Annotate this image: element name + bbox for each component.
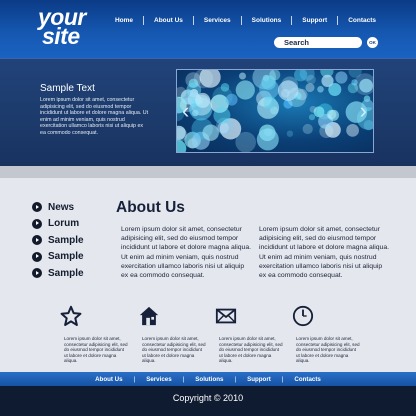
search-ok-button[interactable]: OK — [367, 37, 378, 48]
star-icon — [60, 305, 82, 326]
search-placeholder: Search — [284, 38, 310, 47]
bokeh-circle — [305, 83, 315, 93]
nav-divider — [192, 15, 194, 25]
bokeh-circle — [308, 114, 316, 121]
chevron-left-icon[interactable]: ‹ — [182, 98, 189, 124]
sidebar-item-sample[interactable]: Sample — [32, 249, 84, 266]
top-nav: Home About Us Services Solutions Support… — [115, 14, 376, 26]
bokeh-circle — [239, 72, 246, 80]
clock-icon — [292, 305, 314, 327]
bokeh-circle — [235, 80, 255, 100]
bokeh-circle — [277, 80, 299, 101]
play-bullet-icon — [32, 235, 42, 246]
house-icon — [139, 306, 159, 326]
feature-item: Lorem ipsum dolor sit amet, consectetur … — [215, 305, 283, 364]
bokeh-circle — [263, 96, 277, 109]
sidebar-item-label: Sample — [48, 234, 84, 246]
feature-text: Lorem ipsum dolor sit amet, consectetur … — [64, 336, 128, 364]
about-paragraph-left: Lorem ipsum dolor sit amet, consectetur … — [121, 226, 251, 280]
about-paragraph-right: Lorem ipsum dolor sit amet, consectetur … — [259, 226, 389, 280]
nav-services[interactable]: Services — [204, 17, 231, 24]
sidebar-item-news[interactable]: News — [32, 199, 84, 216]
nav-solutions[interactable]: Solutions — [252, 17, 282, 24]
sidebar-item-sample[interactable]: Sample — [32, 232, 84, 249]
search-input[interactable]: Search — [274, 37, 362, 48]
feature-text: Lorem ipsum dolor sit amet, consectetur … — [219, 336, 283, 364]
site-header: your site Home About Us Services Solutio… — [0, 0, 416, 58]
footer-link-contacts[interactable]: Contacts — [294, 376, 320, 383]
feature-text: Lorem ipsum dolor sit amet, consectetur … — [296, 336, 360, 364]
bokeh-circle — [335, 71, 348, 84]
banner-text: Lorem ipsum dolor sit amet, consectetur … — [40, 97, 149, 136]
sidebar-item-label: Lorum — [48, 218, 80, 230]
feature-text: Lorem ipsum dolor sit amet, consectetur … — [142, 336, 206, 364]
footer-link-services[interactable]: Services — [146, 376, 171, 383]
sidebar-item-sample[interactable]: Sample — [32, 265, 84, 282]
play-bullet-icon — [32, 202, 42, 213]
bokeh-circle — [235, 131, 256, 152]
bokeh-circle — [192, 109, 199, 117]
site-logo[interactable]: your site — [38, 6, 86, 49]
copyright-text: Copyright © 2010 — [172, 393, 244, 403]
footer-bar: Copyright © 2010 — [0, 386, 416, 416]
nav-about-us[interactable]: About Us — [154, 17, 183, 24]
sidebar-item-label: Sample — [48, 267, 84, 279]
footer-divider: | — [182, 375, 185, 383]
web-template: your site Home About Us Services Solutio… — [0, 0, 416, 416]
bokeh-circle — [321, 74, 334, 87]
bokeh-circle — [225, 93, 238, 106]
image-slider[interactable]: ‹ › — [176, 69, 374, 153]
bokeh-image — [177, 70, 373, 152]
bokeh-circle — [286, 130, 294, 137]
feature-item: Lorem ipsum dolor sit amet, consectetur … — [292, 305, 360, 364]
bokeh-circle — [306, 74, 316, 85]
sidebar-menu: News Lorum Sample Sample Sample — [32, 199, 84, 282]
nav-divider — [143, 15, 145, 25]
bokeh-circle — [213, 107, 231, 124]
page-title: About Us — [116, 199, 185, 216]
feature-item: Lorem ipsum dolor sit amet, consectetur … — [60, 305, 128, 364]
bokeh-circle — [302, 123, 313, 135]
bokeh-circle — [264, 128, 273, 137]
footer-link-solutions[interactable]: Solutions — [195, 376, 223, 383]
footer-divider: | — [234, 375, 237, 383]
nav-home[interactable]: Home — [115, 17, 133, 24]
play-bullet-icon — [32, 251, 42, 262]
play-bullet-icon — [32, 268, 42, 279]
nav-divider — [291, 15, 293, 25]
nav-contacts[interactable]: Contacts — [348, 17, 376, 24]
bokeh-circle — [319, 124, 334, 139]
sidebar-item-label: News — [48, 201, 75, 213]
divider-stripe — [0, 166, 416, 178]
logo-line-2: site — [42, 23, 80, 49]
footer-link-about-us[interactable]: About Us — [95, 376, 123, 383]
bokeh-circle — [326, 109, 337, 120]
footer-link-support[interactable]: Support — [247, 376, 271, 383]
nav-divider — [337, 15, 339, 25]
feature-item: Lorem ipsum dolor sit amet, consectetur … — [139, 305, 206, 364]
banner-title: Sample Text — [40, 83, 95, 94]
bokeh-circle — [317, 86, 324, 93]
play-bullet-icon — [32, 218, 42, 229]
feature-row: Lorem ipsum dolor sit amet, consectetur … — [0, 305, 416, 365]
bokeh-circle — [346, 124, 359, 137]
sidebar-item-label: Sample — [48, 251, 84, 263]
envelope-icon — [215, 308, 237, 324]
bokeh-circle — [309, 105, 317, 113]
footer-divider: | — [281, 375, 284, 383]
sidebar-item-lorum[interactable]: Lorum — [32, 216, 84, 233]
bokeh-circle — [220, 83, 230, 92]
bokeh-circle — [195, 92, 211, 108]
hero-banner: Sample Text Lorem ipsum dolor sit amet, … — [0, 58, 416, 166]
footer-divider: | — [133, 375, 136, 383]
nav-divider — [240, 15, 242, 25]
nav-support[interactable]: Support — [302, 17, 327, 24]
chevron-right-icon[interactable]: › — [360, 98, 367, 124]
footer-nav: About Us | Services | Solutions | Suppor… — [0, 372, 416, 386]
